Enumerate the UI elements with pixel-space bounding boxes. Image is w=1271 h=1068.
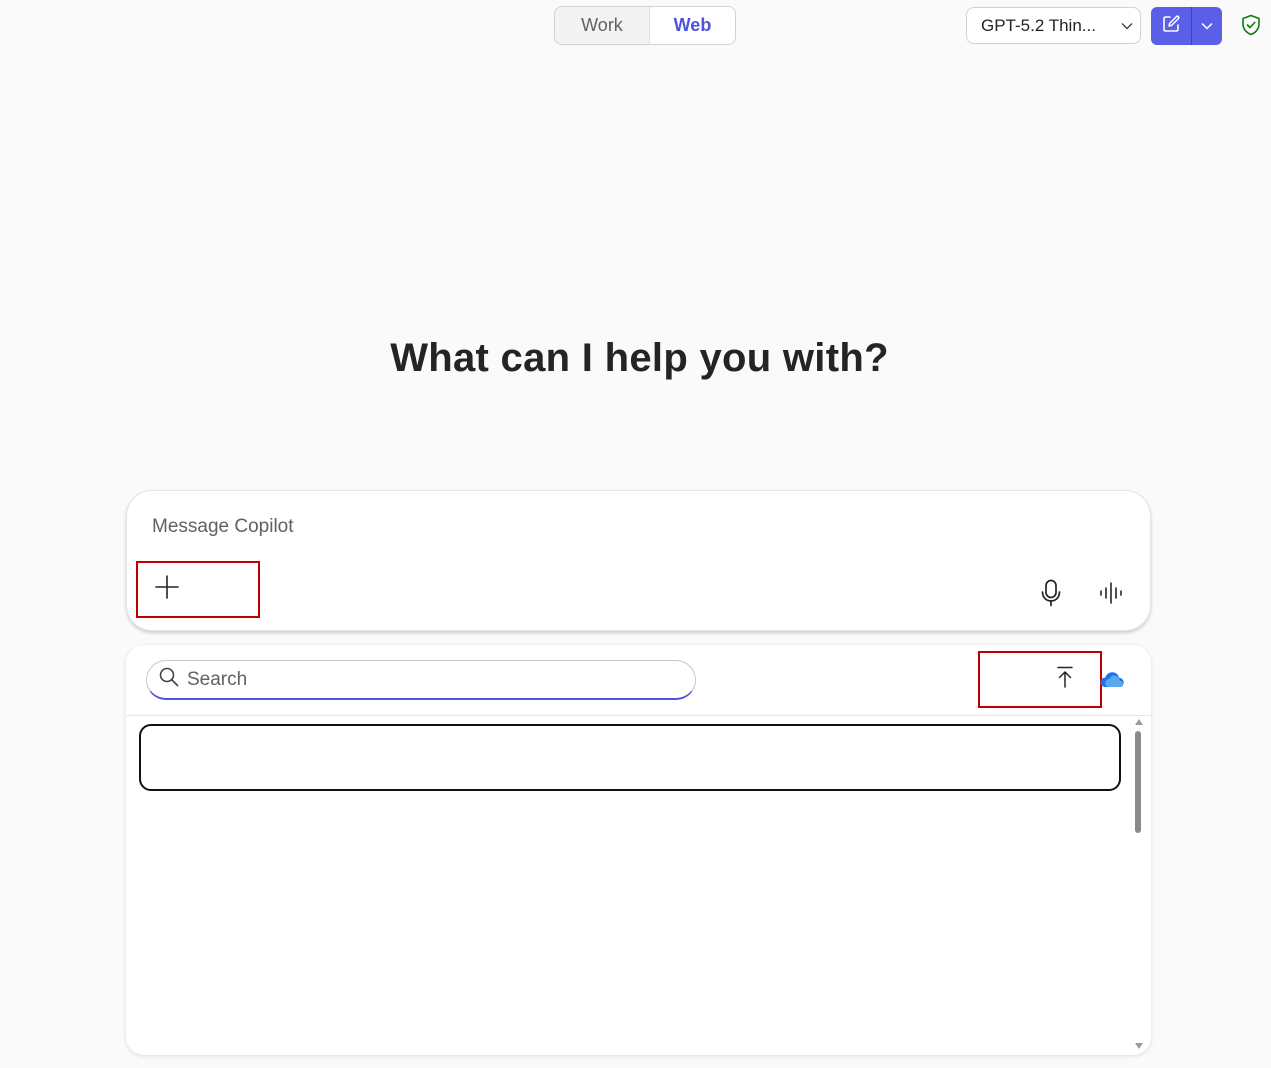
- scroll-down-arrow-icon[interactable]: [1135, 1043, 1143, 1049]
- new-chat-menu-button[interactable]: [1192, 7, 1222, 45]
- page-title: What can I help you with?: [390, 336, 889, 380]
- message-composer: Message Copilot: [126, 490, 1151, 631]
- tab-work[interactable]: Work: [555, 7, 649, 44]
- chevron-down-icon: [1201, 17, 1213, 35]
- search-icon: [159, 667, 179, 692]
- shield-check-icon[interactable]: [1240, 14, 1262, 36]
- scrollbar-thumb[interactable]: [1135, 731, 1141, 833]
- voice-mode-button[interactable]: [1097, 580, 1125, 610]
- mode-toggle: Work Web: [554, 6, 736, 45]
- upload-button[interactable]: [978, 651, 1102, 708]
- microphone-icon: [1040, 579, 1062, 612]
- copilot-page: Work Web GPT-5.2 Thin... What can I help…: [0, 0, 1271, 1068]
- new-chat-button[interactable]: [1151, 7, 1191, 45]
- scrollbar[interactable]: [1132, 719, 1146, 1049]
- model-selector-label: GPT-5.2 Thin...: [981, 15, 1096, 35]
- search-input[interactable]: [187, 668, 667, 691]
- model-selector[interactable]: GPT-5.2 Thin...: [966, 7, 1141, 44]
- attachment-panel: [126, 645, 1151, 1055]
- compose-icon: [1161, 14, 1181, 39]
- add-attachment-button[interactable]: [136, 561, 260, 618]
- microphone-button[interactable]: [1037, 579, 1065, 612]
- panel-divider: [126, 715, 1151, 716]
- upload-icon: [1056, 666, 1074, 693]
- tab-web[interactable]: Web: [648, 7, 735, 44]
- onedrive-cloud-icon[interactable]: [1099, 669, 1125, 689]
- scroll-up-arrow-icon[interactable]: [1135, 719, 1143, 725]
- list-item[interactable]: [139, 724, 1121, 791]
- chevron-down-icon: [1114, 22, 1140, 30]
- search-box: [146, 660, 696, 700]
- plus-icon: [154, 574, 180, 605]
- message-input[interactable]: Message Copilot: [152, 516, 294, 538]
- voice-waveform-icon: [1099, 581, 1123, 610]
- new-chat-split-button: [1151, 7, 1222, 45]
